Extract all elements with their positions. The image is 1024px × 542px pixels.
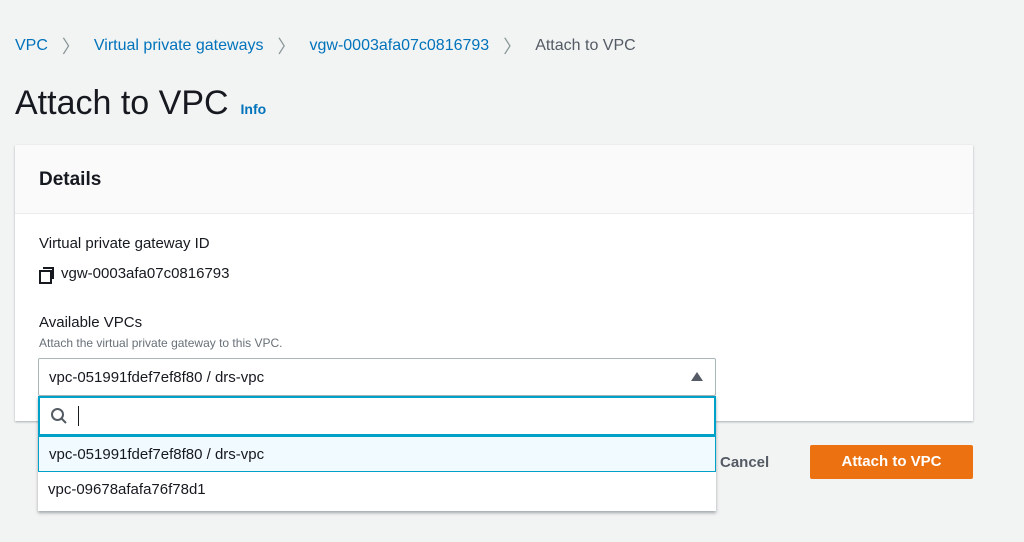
page-title: Attach to VPC Info (15, 84, 266, 123)
vpc-select[interactable]: vpc-051991fdef7ef8f80 / drs-vpc (38, 358, 716, 396)
available-vpcs-description: Attach the virtual private gateway to th… (39, 336, 283, 350)
panel-heading: Details (15, 145, 973, 214)
vpc-dropdown: vpc-051991fdef7ef8f80 / drs-vpc vpc-0967… (38, 396, 716, 511)
info-link[interactable]: Info (241, 101, 267, 117)
cancel-button[interactable]: Cancel (720, 454, 769, 471)
breadcrumb-vpc[interactable]: VPC (15, 37, 48, 55)
vpc-option[interactable]: vpc-051991fdef7ef8f80 / drs-vpc (38, 436, 716, 472)
gateway-id-text: vgw-0003afa07c0816793 (61, 265, 230, 282)
breadcrumb-current: Attach to VPC (535, 37, 636, 54)
breadcrumb-gateway-id[interactable]: vgw-0003afa07c0816793 (309, 37, 489, 55)
copy-icon[interactable] (39, 266, 54, 284)
gateway-id-value: vgw-0003afa07c0816793 (39, 265, 230, 284)
caret-up-icon (691, 372, 703, 381)
text-cursor (78, 406, 79, 426)
breadcrumb: VPC 〉 Virtual private gateways 〉 vgw-0003a… (15, 33, 636, 59)
breadcrumb-gateways[interactable]: Virtual private gateways (94, 37, 264, 55)
available-vpcs-label: Available VPCs (39, 314, 143, 331)
chevron-right-icon: 〉 (277, 37, 296, 57)
page-title-text: Attach to VPC (15, 84, 229, 122)
gateway-id-label: Virtual private gateway ID (39, 235, 210, 252)
chevron-right-icon: 〉 (61, 37, 80, 57)
chevron-right-icon: 〉 (503, 37, 522, 57)
vpc-option[interactable]: vpc-09678afafa76f78d1 (38, 472, 716, 508)
vpc-search-input[interactable] (38, 396, 716, 436)
vpc-select-value: vpc-051991fdef7ef8f80 / drs-vpc (49, 369, 265, 386)
attach-to-vpc-button[interactable]: Attach to VPC (810, 445, 973, 479)
search-icon (51, 408, 67, 424)
